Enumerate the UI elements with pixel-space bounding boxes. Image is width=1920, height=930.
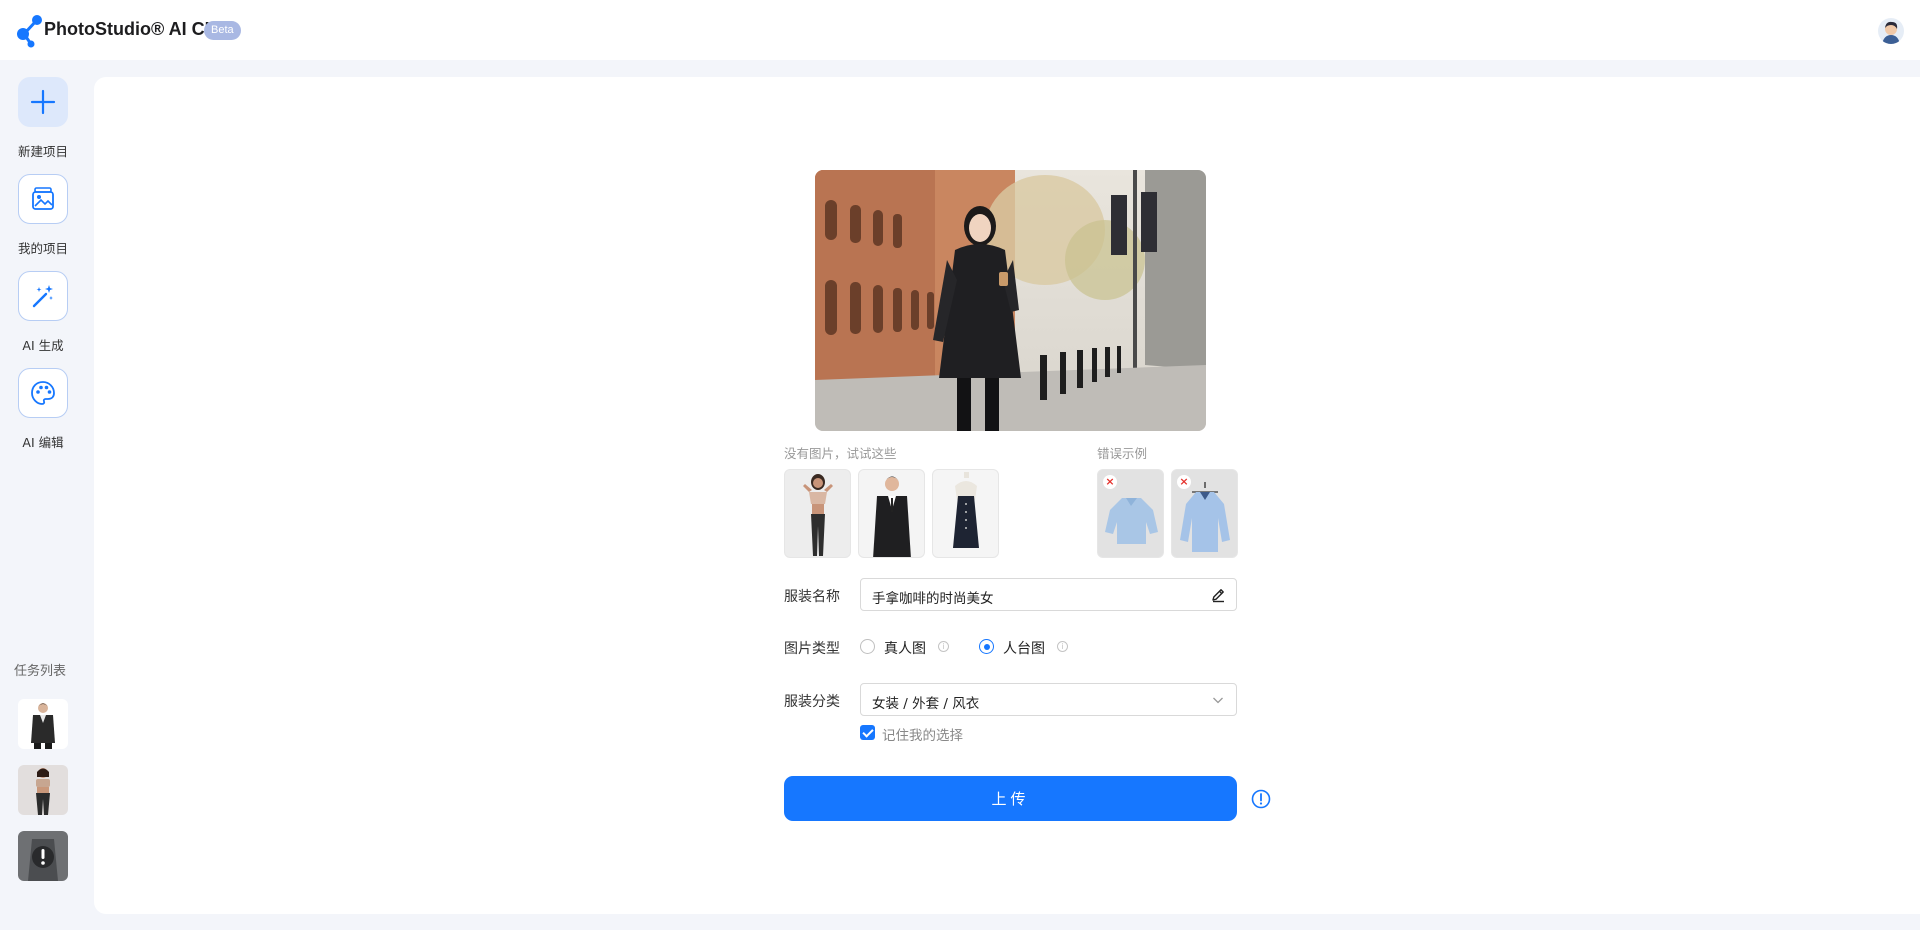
preview-image xyxy=(815,170,1206,431)
magic-wand-icon xyxy=(32,285,53,308)
nav-label: AI 生成 xyxy=(22,338,64,353)
sample-hint: 没有图片，试试这些 xyxy=(784,446,897,461)
logo-icon xyxy=(17,15,42,48)
nav-ai-generate[interactable]: AI 生成 xyxy=(10,271,76,354)
sample-preview-image xyxy=(953,472,979,548)
radio-mannequin[interactable] xyxy=(979,639,994,654)
info-icon[interactable]: i xyxy=(1057,641,1068,652)
upload-button[interactable]: 上传 xyxy=(784,776,1237,821)
nav-new-project[interactable]: 新建项目 xyxy=(10,77,76,160)
nav-label: 我的项目 xyxy=(17,241,68,256)
user-avatar[interactable] xyxy=(1878,18,1904,44)
brand-name: PhotoStudio® AI CL xyxy=(44,19,216,39)
error-mark-icon: × xyxy=(1103,475,1117,489)
category-value: 女装 / 外套 / 风衣 xyxy=(872,696,980,712)
clothing-name-value: 手拿咖啡的时尚美女 xyxy=(872,591,994,607)
nav-my-projects[interactable]: 我的项目 xyxy=(10,174,76,257)
remember-checkbox[interactable] xyxy=(860,725,875,740)
palette-icon xyxy=(31,381,55,405)
error-mark-icon: × xyxy=(1177,475,1191,489)
new-project-button[interactable] xyxy=(18,77,68,127)
task-preview-image xyxy=(31,703,55,749)
task-list-title: 任务列表 xyxy=(14,664,67,679)
sample-thumb-female[interactable] xyxy=(784,469,851,558)
sample-preview-image xyxy=(873,476,911,557)
remember-label[interactable]: 记住我的选择 xyxy=(882,724,963,744)
sample-thumb-mannequin[interactable] xyxy=(932,469,999,558)
bad-example-shirt-1[interactable]: × xyxy=(1097,469,1164,558)
plus-icon xyxy=(30,89,56,115)
nav-label: 新建项目 xyxy=(17,144,68,159)
radio-mannequin-label[interactable]: 人台图 xyxy=(1003,638,1045,658)
radio-real-person[interactable] xyxy=(860,639,875,654)
avatar-icon xyxy=(1882,21,1900,44)
clothing-name-input[interactable]: 手拿咖啡的时尚美女 xyxy=(860,578,1237,611)
task-thumb-2[interactable] xyxy=(18,765,68,815)
sample-thumb-male[interactable] xyxy=(858,469,925,558)
beta-badge: Beta xyxy=(204,21,241,40)
my-projects-button[interactable] xyxy=(18,174,68,224)
info-icon[interactable]: i xyxy=(938,641,949,652)
task-preview-image xyxy=(28,839,58,881)
bad-example-hint: 错误示例 xyxy=(1097,446,1148,461)
ai-generate-button[interactable] xyxy=(18,271,68,321)
ai-edit-button[interactable] xyxy=(18,368,68,418)
image-type-label: 图片类型 xyxy=(784,641,840,657)
image-gallery-icon xyxy=(32,187,54,210)
chevron-down-icon xyxy=(1213,697,1223,704)
category-label: 服装分类 xyxy=(784,694,840,710)
category-select[interactable]: 女装 / 外套 / 风衣 xyxy=(860,683,1237,716)
bad-example-shirt-2[interactable]: × xyxy=(1171,469,1238,558)
street-fashion-photo xyxy=(815,170,1206,431)
clothing-name-label: 服装名称 xyxy=(784,589,840,605)
task-thumb-3[interactable] xyxy=(18,831,68,881)
edit-pencil-icon[interactable] xyxy=(1210,587,1226,603)
upload-info-icon[interactable] xyxy=(1251,789,1271,809)
top-header: PhotoStudio® AI CL Beta xyxy=(0,0,1920,60)
nav-ai-edit[interactable]: AI 编辑 xyxy=(10,368,76,451)
sample-preview-image xyxy=(803,474,833,556)
radio-real-person-label[interactable]: 真人图 xyxy=(884,638,926,658)
nav-label: AI 编辑 xyxy=(22,435,64,450)
task-thumb-1[interactable] xyxy=(18,699,68,749)
task-preview-image xyxy=(36,768,50,815)
